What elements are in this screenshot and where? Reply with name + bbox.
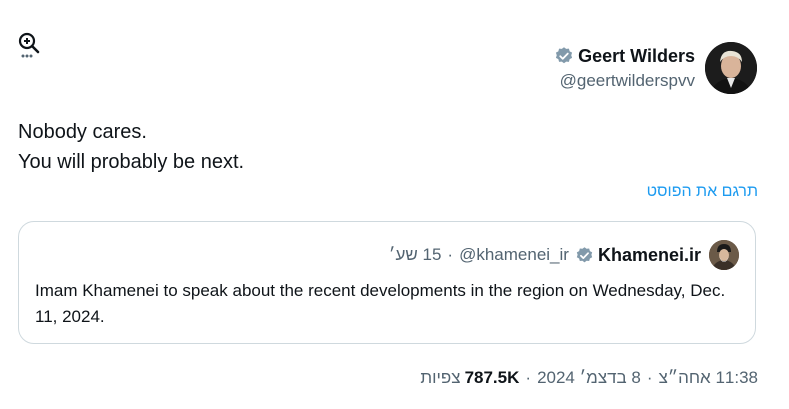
tweet-meta: 11:38 אחה״צ · 8 בדצמ׳ 2024 · 787.5K צפיו… [420, 368, 758, 388]
separator-dot: · [447, 245, 454, 264]
tweet-date[interactable]: 8 בדצמ׳ 2024 [537, 368, 641, 388]
author-avatar[interactable] [705, 42, 757, 94]
tweet-author[interactable]: Geert Wilders @geertwilderspvv [554, 40, 757, 96]
zoom-in-icon[interactable] [14, 30, 44, 60]
quoted-author-avatar [709, 240, 739, 270]
verified-badge-icon [576, 246, 593, 262]
verified-badge-icon [556, 47, 573, 64]
separator-dot: · [646, 368, 653, 387]
translate-post-link[interactable]: תרגם את הפוסט [647, 183, 758, 201]
author-name-row: Geert Wilders [554, 46, 695, 67]
author-info: Geert Wilders @geertwilderspvv [554, 46, 695, 91]
tweet-line-1: Nobody cares. [18, 121, 147, 143]
quoted-author-name: Khamenei.ir [597, 244, 701, 265]
quoted-tweet-header: 15 שע׳ · @khamenei_ir Khamenei.ir [389, 240, 739, 270]
author-name[interactable]: Geert Wilders [578, 46, 695, 67]
separator-dot: · [525, 368, 532, 387]
quoted-tweet-text: Imam Khamenei to speak about the recent … [35, 281, 726, 326]
quoted-tweet-time[interactable]: 15 שע׳ [389, 245, 442, 265]
views-label: צפיות [420, 368, 461, 387]
author-handle[interactable]: @geertwilderspvv [560, 71, 695, 91]
views-count: 787.5K [464, 368, 520, 387]
quoted-author-handle: @khamenei_ir [459, 245, 569, 264]
tweet-time[interactable]: 11:38 אחה״צ [659, 368, 758, 388]
quoted-tweet-card[interactable]: 15 שע׳ · @khamenei_ir Khamenei.ir Imam K… [18, 221, 756, 344]
tweet-text: Nobody cares. You will probably be next. [18, 117, 244, 177]
tweet-line-2: You will probably be next. [18, 151, 245, 173]
